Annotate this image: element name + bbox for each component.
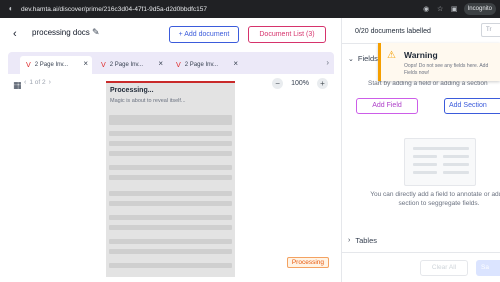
browser-toolbar: ◐ dev.hamta.ai/discover/prime/216c3d04-4… bbox=[0, 0, 500, 18]
processing-title: Processing... bbox=[110, 87, 154, 94]
next-page-icon[interactable]: › bbox=[49, 79, 51, 86]
clear-all-button[interactable]: Clear All bbox=[420, 260, 468, 276]
illustration-line bbox=[443, 163, 469, 166]
document-list-button[interactable]: Document List (3) bbox=[248, 26, 326, 43]
skeleton-line bbox=[109, 239, 232, 244]
zoom-level: 100% bbox=[291, 80, 309, 87]
illustration-line bbox=[413, 147, 469, 150]
toast-message: Oops! Do not see any fields here. Add Fi… bbox=[404, 63, 489, 76]
illustration-line bbox=[443, 155, 469, 158]
warning-icon: ⚠ bbox=[387, 50, 396, 61]
warning-toast: ⚠ Warning Oops! Do not see any fields he… bbox=[378, 43, 500, 81]
close-icon[interactable]: × bbox=[83, 59, 88, 68]
page-navigator: ‹ 1 of 2 › bbox=[24, 79, 51, 86]
illustration-line bbox=[443, 171, 469, 174]
empty-state-description: You can directly add a field to annotate… bbox=[364, 190, 500, 208]
add-section-button[interactable]: Add Section bbox=[444, 98, 500, 114]
empty-state-illustration bbox=[404, 138, 476, 186]
close-icon[interactable]: × bbox=[158, 59, 163, 68]
tab-document-1[interactable]: ᐯ 2 Page Inv... × bbox=[20, 56, 92, 74]
illustration-line bbox=[413, 155, 437, 158]
skeleton-line bbox=[109, 225, 232, 230]
zoom-in-button[interactable]: + bbox=[317, 78, 328, 89]
train-button[interactable]: Tr bbox=[481, 23, 500, 37]
skeleton-line bbox=[109, 263, 232, 268]
skeleton-line bbox=[109, 191, 232, 196]
skeleton-line bbox=[109, 165, 232, 170]
prev-page-icon[interactable]: ‹ bbox=[24, 79, 26, 86]
add-document-button[interactable]: + Add document bbox=[169, 26, 239, 43]
pdf-icon: ᐯ bbox=[101, 62, 106, 69]
description-line: section to seggregate fields. bbox=[398, 200, 480, 207]
split-screen-icon[interactable]: ▣ bbox=[450, 5, 459, 14]
pencil-icon[interactable]: ✎ bbox=[92, 27, 103, 38]
pdf-icon: ᐯ bbox=[26, 62, 31, 69]
skeleton-line bbox=[109, 151, 232, 156]
page-indicator: 1 of 2 bbox=[29, 79, 46, 86]
site-info-icon[interactable]: ◐ bbox=[6, 4, 16, 14]
document-workspace: ᐯ 2 Page Inv... × ᐯ 2 Page Inv... × ᐯ 2 … bbox=[8, 52, 334, 282]
address-bar[interactable]: dev.hamta.ai/discover/prime/216c3d04-47f… bbox=[21, 6, 207, 13]
tables-section-toggle[interactable]: › Tables bbox=[348, 236, 377, 245]
tables-label: Tables bbox=[355, 236, 378, 245]
skeleton-line bbox=[109, 215, 232, 220]
illustration-line bbox=[413, 171, 437, 174]
tab-document-2[interactable]: ᐯ 2 Page Inv... × bbox=[95, 56, 167, 74]
tab-label: 2 Page Inv... bbox=[34, 62, 69, 68]
toast-title: Warning bbox=[404, 50, 438, 60]
tab-label: 2 Page Inv... bbox=[184, 62, 219, 68]
browser-actions: ◉ ☆ ▣ Incognito bbox=[422, 3, 496, 15]
processing-subtitle: Magic is about to reveal itself... bbox=[110, 98, 186, 104]
fields-section-toggle[interactable]: ⌄ Fields bbox=[348, 54, 378, 63]
close-icon[interactable]: × bbox=[233, 59, 238, 68]
document-tabs: ᐯ 2 Page Inv... × ᐯ 2 Page Inv... × ᐯ 2 … bbox=[8, 52, 334, 74]
chevron-down-icon: ⌄ bbox=[348, 55, 354, 63]
eye-off-icon[interactable]: ◉ bbox=[422, 5, 431, 14]
add-field-button[interactable]: Add Field bbox=[356, 98, 418, 114]
status-badge: Processing bbox=[286, 257, 329, 268]
zoom-out-button[interactable]: − bbox=[272, 78, 284, 89]
zoom-controls: − 100% + bbox=[272, 78, 328, 89]
viewer-content: ▦ ‹ 1 of 2 › − 100% + Processing... Magi… bbox=[8, 74, 334, 282]
labelled-count: 0/20 documents labelled bbox=[355, 28, 431, 35]
skeleton-line bbox=[109, 249, 232, 254]
tab-document-3[interactable]: ᐯ 2 Page Inv... × bbox=[170, 56, 242, 74]
page-title: processing docs bbox=[32, 28, 90, 37]
skeleton-line bbox=[109, 201, 232, 206]
skeleton-line bbox=[109, 115, 232, 125]
pdf-icon: ᐯ bbox=[176, 62, 181, 69]
incognito-badge[interactable]: Incognito bbox=[463, 3, 496, 15]
skeleton-line bbox=[109, 175, 232, 180]
viewer-header: ‹ processing docs ✎ + Add document Docum… bbox=[0, 18, 341, 50]
illustration-line bbox=[413, 163, 437, 166]
thumbnails-icon[interactable]: ▦ bbox=[13, 80, 22, 91]
panel-footer: Clear All Sa bbox=[342, 252, 500, 282]
document-page-preview: Processing... Magic is about to reveal i… bbox=[106, 81, 235, 277]
fields-label: Fields bbox=[357, 54, 378, 63]
tab-label: 2 Page Inv... bbox=[109, 62, 144, 68]
star-icon[interactable]: ☆ bbox=[436, 5, 445, 14]
back-arrow-icon[interactable]: ‹ bbox=[13, 28, 23, 40]
document-viewer-area: ‹ processing docs ✎ + Add document Docum… bbox=[0, 18, 341, 282]
panel-header: 0/20 documents labelled Tr bbox=[342, 18, 500, 44]
save-button[interactable]: Sa bbox=[476, 260, 500, 276]
chevron-right-icon: › bbox=[348, 237, 351, 244]
chevron-right-icon[interactable]: › bbox=[326, 58, 329, 67]
skeleton-line bbox=[109, 131, 232, 136]
skeleton-line bbox=[109, 141, 232, 146]
description-line: You can directly add a field to annotate… bbox=[370, 191, 500, 198]
empty-fields-hint: Start by adding a field or adding a sect… bbox=[368, 80, 488, 87]
